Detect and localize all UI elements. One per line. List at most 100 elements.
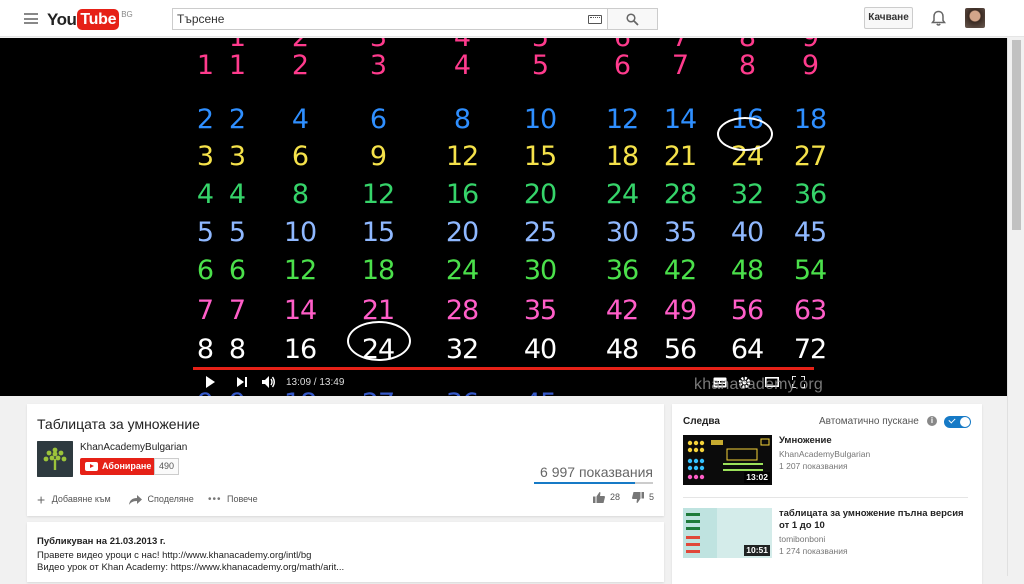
more-icon: ••• [208,494,222,505]
user-avatar[interactable] [965,8,985,28]
video-thumbnail[interactable]: 13:02 [683,435,772,485]
keyboard-icon[interactable] [588,15,602,24]
board-cell: 12 [361,179,395,210]
bell-icon[interactable] [931,10,946,27]
board-cell: 1 [196,50,214,81]
sentiment-bar [534,482,653,484]
board-cell: 5 [196,217,214,248]
play-icon[interactable] [205,376,216,388]
board-cell: 35 [523,295,557,326]
channel-avatar[interactable] [37,441,73,477]
search-icon [626,13,639,26]
search-button[interactable] [608,8,658,30]
top-bar: You Tube BG Качване [0,0,1024,37]
time-display: 13:09 / 13:49 [286,377,345,388]
board-cell: 36 [793,179,827,210]
board-cell: 48 [730,255,764,286]
like-dislike: 28 5 [593,492,654,504]
board-cell: 10 [283,217,317,248]
thumbs-down-icon [632,492,645,504]
menu-icon[interactable] [24,13,38,24]
board-cell: 30 [605,217,639,248]
board-cell: 8 [738,50,756,81]
dislike-button[interactable]: 5 [632,492,654,504]
highlight-circle [717,117,773,151]
board-cell: 6 [196,255,214,286]
board-cell: 5 [228,217,246,248]
video-views: 1 274 показвания [779,546,848,556]
board-cell: 1 [228,50,246,81]
like-button[interactable]: 28 [593,492,622,504]
video-duration: 10:51 [744,545,770,556]
logo-region: BG [121,10,133,19]
description-line-1: Правете видео уроци с нас! http://www.kh… [37,550,312,561]
board-cell: 4 [453,50,471,81]
board-cell: 2 [228,104,246,135]
volume-icon[interactable] [262,376,276,388]
video-title[interactable]: таблицата за умножение пълна версия от 1… [779,508,974,532]
board-cell: 14 [283,295,317,326]
youtube-play-icon [85,462,98,471]
share-icon [129,494,142,505]
board-cell: 4 [228,179,246,210]
search-input[interactable] [173,9,573,29]
board-cell: 7 [196,295,214,326]
board-cell: 18 [361,255,395,286]
info-icon[interactable]: i [927,416,937,426]
scrollbar-thumb[interactable] [1012,40,1021,230]
board-cell: 36 [605,255,639,286]
board-cell: 2 [291,50,309,81]
dislike-count: 5 [648,492,654,502]
board-cell: 28 [663,179,697,210]
board-cell: 6 [369,104,387,135]
board-cell: 56 [663,334,697,365]
watermark: khanacademy.org [694,376,823,393]
up-next-sidebar: Следва Автоматично пускане i 13:02 Умнож… [672,404,982,584]
board-cell: 12 [605,104,639,135]
add-to-label: Добавяне към [51,494,111,504]
board-cell: 45 [793,217,827,248]
board-cell: 6 [291,141,309,172]
video-title[interactable]: Умножение [779,435,974,447]
add-to-button[interactable]: + Добавяне към [37,492,111,507]
video-thumbnail[interactable]: 10:51 [683,508,772,558]
board-cell: 25 [523,217,557,248]
board-cell: 32 [730,179,764,210]
next-icon[interactable] [237,377,248,387]
subscriber-count: 490 [154,458,180,475]
board-cell: 18 [793,104,827,135]
autoplay-toggle[interactable] [944,416,971,428]
video-channel: tomibonboni [779,534,826,544]
board-cell: 8 [228,334,246,365]
board-cell: 32 [445,334,479,365]
board-cell: 5 [531,50,549,81]
up-next-video[interactable]: 13:02 Умножение KhanAcademyBulgarian 1 2… [683,435,978,487]
board-cell: 16 [445,179,479,210]
board-cell: 8 [291,179,309,210]
board-cell: 6 [228,255,246,286]
board-cell: 15 [523,141,557,172]
page-scrollbar[interactable] [1007,38,1024,576]
video-channel: KhanAcademyBulgarian [779,449,871,459]
view-count: 6 997 показвания [540,464,653,480]
video-duration: 13:02 [744,472,770,483]
youtube-logo[interactable]: You Tube BG [47,9,133,30]
board-cell: 4 [196,179,214,210]
upload-button[interactable]: Качване [864,7,913,29]
related-video[interactable]: 10:51 таблицата за умножение пълна верси… [683,508,978,560]
subscribe-button[interactable]: Абониране [80,458,157,475]
board-cell: 15 [361,217,395,248]
progress-bar[interactable] [193,367,814,370]
board-cell: 40 [523,334,557,365]
board-cell: 9 [801,50,819,81]
board-cell: 48 [605,334,639,365]
channel-name[interactable]: KhanAcademyBulgarian [80,442,187,453]
like-count: 28 [609,492,620,502]
more-button[interactable]: ••• Повече [208,492,258,506]
board-cell: 12 [283,255,317,286]
video-player[interactable]: 1234567891123456789224681012141618336912… [0,38,1007,396]
share-button[interactable]: Споделяне [129,492,194,506]
logo-tube: Tube [77,9,120,30]
board-cell: 40 [730,217,764,248]
board-cell: 10 [523,104,557,135]
